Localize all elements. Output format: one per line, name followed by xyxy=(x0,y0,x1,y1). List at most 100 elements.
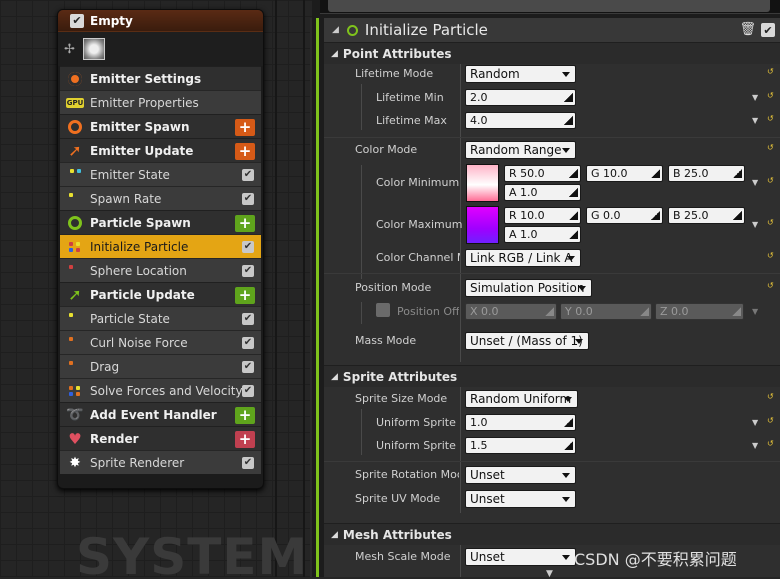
color-min-r-field[interactable]: R 50.0 xyxy=(504,165,581,182)
emitter-row-particle-state[interactable]: Particle State ✔ xyxy=(60,306,261,330)
value-dropdown-icon[interactable]: ▼ xyxy=(752,116,758,125)
color-min-b-field[interactable]: B 25.0 xyxy=(668,165,745,182)
drag-handle-icon[interactable] xyxy=(733,169,742,178)
reset-icon[interactable]: ↺ xyxy=(767,251,774,260)
emitter-row-spawn-rate[interactable]: Spawn Rate ✔ xyxy=(60,186,261,210)
emitter-enable-checkbox[interactable]: ✔ xyxy=(70,13,84,28)
add-module-button[interactable]: + xyxy=(235,215,255,232)
section-sprite-attributes[interactable]: ◢ Sprite Attributes xyxy=(324,365,780,387)
emitter-row-sprite-renderer[interactable]: ✸ Sprite Renderer ✔ xyxy=(60,450,261,474)
graph-canvas[interactable]: SYSTEM ✔ Empty ✢ Emitter Settings GPU Emit… xyxy=(0,0,312,577)
reset-icon[interactable]: ↺ xyxy=(767,143,774,152)
expand-triangle-icon[interactable]: ◢ xyxy=(331,49,338,59)
color-max-b-field[interactable]: B 25.0 xyxy=(668,207,745,224)
add-module-button[interactable]: + xyxy=(235,287,255,304)
drag-handle-icon[interactable] xyxy=(651,169,660,178)
trash-icon[interactable]: 🗑 xyxy=(739,22,756,37)
color-min-a-field[interactable]: A 1.0 xyxy=(504,184,581,201)
add-module-button[interactable]: + xyxy=(235,119,255,136)
mass-mode-dropdown[interactable]: Unset / (Mass of 1) xyxy=(465,332,589,350)
emitter-row-particle-update[interactable]: ➚ Particle Update + xyxy=(60,282,261,306)
drag-handle-icon[interactable] xyxy=(733,211,742,220)
emitter-row-emitter-properties[interactable]: GPU Emitter Properties xyxy=(60,90,261,114)
color-min-g-field[interactable]: G 10.0 xyxy=(586,165,663,182)
emitter-row-emitter-spawn[interactable]: Emitter Spawn + xyxy=(60,114,261,138)
drag-handle-icon[interactable] xyxy=(564,441,573,450)
module-enable-checkbox[interactable]: ✔ xyxy=(242,169,254,181)
emitter-row-sphere-location[interactable]: Sphere Location ✔ xyxy=(60,258,261,282)
mesh-scale-mode-dropdown[interactable]: Unset xyxy=(465,548,576,566)
uniform-sprite-size-min-field[interactable]: 1.0 xyxy=(465,414,576,431)
expand-triangle-icon[interactable]: ◢ xyxy=(331,530,338,540)
module-enable-checkbox[interactable]: ✔ xyxy=(242,313,254,325)
module-enable-checkbox[interactable]: ✔ xyxy=(242,337,254,349)
module-enable-checkbox[interactable]: ✔ xyxy=(242,457,254,469)
position-offset-checkbox[interactable] xyxy=(376,303,390,317)
reset-icon[interactable]: ↺ xyxy=(767,416,774,425)
emitter-thumbnail[interactable] xyxy=(82,38,105,60)
emitter-row-emitter-state[interactable]: Emitter State ✔ xyxy=(60,162,261,186)
sprite-size-mode-dropdown[interactable]: Random Uniform xyxy=(465,390,578,408)
reset-icon[interactable]: ↺ xyxy=(767,176,774,185)
uniform-sprite-size-max-field[interactable]: 1.5 xyxy=(465,437,576,454)
value-dropdown-icon[interactable]: ▼ xyxy=(752,418,758,427)
module-enable-checkbox[interactable]: ✔ xyxy=(761,23,775,37)
section-point-attributes[interactable]: ◢ Point Attributes xyxy=(324,42,780,64)
add-module-button[interactable]: + xyxy=(235,143,255,160)
color-max-r-field[interactable]: R 10.0 xyxy=(504,207,581,224)
drag-handle-icon[interactable] xyxy=(569,211,578,220)
emitter-row-initialize-particle[interactable]: Initialize Particle ✔ xyxy=(60,234,261,258)
expand-triangle-icon[interactable]: ◢ xyxy=(331,372,338,382)
drag-handle-icon[interactable] xyxy=(564,418,573,427)
emitter-row-emitter-update[interactable]: ➚ Emitter Update + xyxy=(60,138,261,162)
reset-icon[interactable]: ↺ xyxy=(767,218,774,227)
add-module-button[interactable]: + xyxy=(235,431,255,448)
emitter-row-add-event-handler[interactable]: ➰ Add Event Handler + xyxy=(60,402,261,426)
emitter-row-curl-noise-force[interactable]: Curl Noise Force ✔ xyxy=(60,330,261,354)
reset-icon[interactable]: ↺ xyxy=(767,392,774,401)
sprite-uv-mode-dropdown[interactable]: Unset xyxy=(465,490,576,508)
emitter-header[interactable]: ✔ Empty xyxy=(58,10,263,32)
add-module-button[interactable]: + xyxy=(235,407,255,424)
lifetime-max-field[interactable]: 4.0 xyxy=(465,112,576,129)
module-enable-checkbox[interactable]: ✔ xyxy=(242,241,254,253)
color-minimum-swatch[interactable] xyxy=(466,164,499,202)
reset-icon[interactable]: ↺ xyxy=(767,114,774,123)
reset-icon[interactable]: ↺ xyxy=(767,439,774,448)
module-enable-checkbox[interactable]: ✔ xyxy=(242,193,254,205)
emitter-row-solve-forces-and-velocity[interactable]: Solve Forces and Velocity ✔ xyxy=(60,378,261,402)
reset-icon[interactable]: ↺ xyxy=(767,67,774,76)
position-mode-dropdown[interactable]: Simulation Position xyxy=(465,279,592,297)
reset-icon[interactable]: ↺ xyxy=(767,281,774,290)
emitter-row-particle-spawn[interactable]: Particle Spawn + xyxy=(60,210,261,234)
emitter-row-render[interactable]: ♥ Render + xyxy=(60,426,261,450)
module-enable-checkbox[interactable]: ✔ xyxy=(242,361,254,373)
module-header[interactable]: ◢ Initialize Particle 🗑 ✔ xyxy=(324,18,780,42)
drag-handle-icon[interactable] xyxy=(569,230,578,239)
module-enable-checkbox[interactable]: ✔ xyxy=(242,385,254,397)
collapse-triangle-icon[interactable]: ◢ xyxy=(332,25,339,35)
emitter-row-emitter-settings[interactable]: Emitter Settings xyxy=(60,66,261,90)
drag-handle-icon[interactable] xyxy=(564,93,573,102)
sprite-rotation-mode-dropdown[interactable]: Unset xyxy=(465,466,576,484)
pin-icon[interactable]: ✢ xyxy=(64,42,75,57)
color-max-a-field[interactable]: A 1.0 xyxy=(504,226,581,243)
lifetime-min-field[interactable]: 2.0 xyxy=(465,89,576,106)
drag-handle-icon[interactable] xyxy=(569,169,578,178)
reset-icon[interactable]: ↺ xyxy=(767,91,774,100)
section-mesh-attributes[interactable]: ◢ Mesh Attributes xyxy=(324,523,780,545)
drag-handle-icon[interactable] xyxy=(564,116,573,125)
drag-handle-icon[interactable] xyxy=(651,211,660,220)
emitter-node[interactable]: ✔ Empty ✢ Emitter Settings GPU Emitter Pro… xyxy=(57,9,264,489)
drag-handle-icon[interactable] xyxy=(569,188,578,197)
color-mode-dropdown[interactable]: Random Range xyxy=(465,141,576,159)
value-dropdown-icon[interactable]: ▼ xyxy=(752,178,758,187)
lifetime-mode-dropdown[interactable]: Random xyxy=(465,65,576,83)
emitter-row-drag[interactable]: Drag ✔ xyxy=(60,354,261,378)
value-dropdown-icon[interactable]: ▼ xyxy=(752,220,758,229)
value-dropdown-icon[interactable]: ▼ xyxy=(752,441,758,450)
scroll-more-icon[interactable]: ▼ xyxy=(546,569,553,579)
color-channel-dropdown[interactable]: Link RGB / Link A xyxy=(465,249,581,267)
module-enable-checkbox[interactable]: ✔ xyxy=(242,265,254,277)
color-max-g-field[interactable]: G 0.0 xyxy=(586,207,663,224)
